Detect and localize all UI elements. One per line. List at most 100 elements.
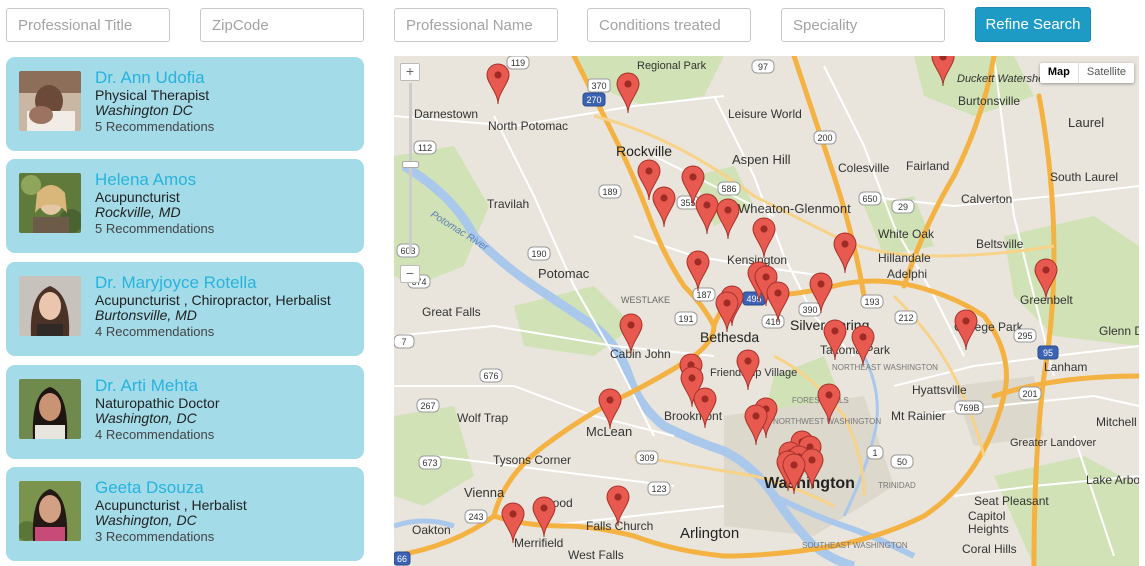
map-label-rockville: Rockville [616, 143, 672, 159]
map-label-northeast-washington: NORTHEAST WASHINGTON [832, 363, 938, 372]
map-label-beltsville: Beltsville [976, 237, 1024, 251]
svg-text:586: 586 [721, 184, 736, 194]
zoom-slider-handle[interactable] [402, 161, 419, 168]
map-type-control: Map Satellite [1039, 63, 1134, 83]
svg-text:123: 123 [651, 484, 666, 494]
svg-text:212: 212 [898, 313, 913, 323]
map-label-great-falls: Great Falls [422, 305, 481, 319]
profile-photo[interactable] [19, 481, 81, 541]
svg-text:1: 1 [872, 448, 877, 458]
map-label-duckett: Duckett Watershed [957, 73, 1051, 85]
svg-text:309: 309 [639, 453, 654, 463]
zoom-out-button[interactable]: − [400, 265, 420, 283]
professional-title: Acupuncturist [95, 189, 180, 205]
results-map[interactable]: Regional Park Duckett Watershed Darnesto… [394, 56, 1139, 566]
zipcode-input[interactable] [200, 8, 364, 42]
result-card[interactable]: Dr. Arti Mehta Naturopathic Doctor Washi… [6, 365, 364, 459]
result-card[interactable]: Dr. Maryjoyce Rotella Acupuncturist , Ch… [6, 262, 364, 356]
svg-text:97: 97 [758, 62, 768, 72]
map-label-falls-church: Falls Church [586, 519, 653, 533]
svg-text:7: 7 [401, 337, 406, 347]
map-label-seat-pleasant: Seat Pleasant [974, 494, 1049, 508]
map-label-aspen-hill: Aspen Hill [732, 152, 791, 167]
professional-location: Washington DC [95, 102, 193, 118]
map-label-mitchellville: Mitchell [1096, 415, 1137, 429]
map-label-merrifield: Merrifield [514, 536, 563, 550]
professional-title-input[interactable] [6, 8, 170, 42]
map-label-coral-hills: Coral Hills [962, 542, 1017, 556]
zoom-in-button[interactable]: + [400, 63, 420, 81]
zoom-slider-track[interactable] [409, 83, 412, 253]
svg-text:187: 187 [696, 290, 711, 300]
svg-text:66: 66 [397, 554, 407, 564]
map-label-wheaton: Wheaton-Glenmont [738, 201, 851, 216]
svg-text:29: 29 [898, 202, 908, 212]
professional-location: Rockville, MD [95, 204, 181, 220]
map-label-leisure-world: Leisure World [728, 107, 802, 121]
map-label-adelphi: Adelphi [887, 267, 927, 281]
svg-text:191: 191 [678, 314, 693, 324]
svg-text:769B: 769B [958, 403, 979, 413]
map-label-north-potomac: North Potomac [488, 119, 568, 133]
svg-text:650: 650 [862, 194, 877, 204]
map-label-northwest-washington: NORTHWEST WASHINGTON [773, 417, 881, 426]
recommendation-count: 5 Recommendations [95, 119, 215, 134]
svg-text:267: 267 [420, 401, 435, 411]
map-label-capitol-heights-2: Heights [968, 522, 1009, 536]
map-type-map-button[interactable]: Map [1040, 63, 1079, 83]
professional-name-link[interactable]: Helena Amos [95, 171, 356, 189]
svg-text:390: 390 [802, 305, 817, 315]
map-label-wolf-trap: Wolf Trap [457, 411, 508, 425]
map-label-cabin-john: Cabin John [610, 347, 671, 361]
profile-photo[interactable] [19, 173, 81, 233]
map-canvas[interactable]: Regional Park Duckett Watershed Darnesto… [394, 56, 1139, 566]
map-label-oakton: Oakton [412, 523, 451, 537]
svg-text:200: 200 [817, 133, 832, 143]
professional-location: Burtonsville, MD [95, 307, 197, 323]
map-label-darnestown: Darnestown [414, 107, 478, 121]
map-label-arlington: Arlington [680, 525, 739, 542]
map-label-tysons-corner: Tysons Corner [493, 453, 571, 467]
professional-name-input[interactable] [394, 8, 558, 42]
map-label-travilah: Travilah [487, 197, 529, 211]
profile-photo[interactable] [19, 379, 81, 439]
professional-name-link[interactable]: Dr. Maryjoyce Rotella [95, 274, 356, 292]
conditions-treated-input[interactable] [587, 8, 751, 42]
svg-text:50: 50 [897, 457, 907, 467]
professional-location: Washington, DC [95, 512, 197, 528]
profile-photo[interactable] [19, 276, 81, 336]
map-label-westlake: WESTLAKE [621, 295, 670, 305]
map-label-capitol-heights: Capitol [968, 509, 1005, 523]
refine-search-button[interactable]: Refine Search [975, 7, 1091, 42]
svg-text:190: 190 [531, 249, 546, 259]
result-card[interactable]: Dr. Ann Udofia Physical Therapist Washin… [6, 57, 364, 151]
map-label-regional-park: Regional Park [637, 60, 707, 72]
map-type-satellite-button[interactable]: Satellite [1079, 63, 1134, 83]
professional-name-link[interactable]: Dr. Ann Udofia [95, 69, 356, 87]
svg-text:673: 673 [422, 458, 437, 468]
map-label-southeast-washington: SOUTHEAST WASHINGTON [802, 541, 908, 550]
professional-name-link[interactable]: Geeta Dsouza [95, 479, 356, 497]
svg-text:193: 193 [864, 297, 879, 307]
recommendation-count: 4 Recommendations [95, 427, 215, 442]
map-label-potomac: Potomac [538, 266, 590, 281]
profile-photo[interactable] [19, 71, 81, 131]
map-label-vienna: Vienna [464, 485, 505, 500]
map-label-fairland: Fairland [906, 159, 949, 173]
map-label-brookmont: Brookmont [664, 409, 723, 423]
speciality-input[interactable] [781, 8, 945, 42]
map-label-mclean: McLean [586, 424, 632, 439]
map-label-trinidad: TRINIDAD [878, 481, 916, 490]
svg-text:201: 201 [1022, 389, 1037, 399]
map-label-white-oak: White Oak [878, 227, 935, 241]
svg-text:603: 603 [400, 246, 415, 256]
map-label-bethesda: Bethesda [700, 329, 759, 345]
result-card[interactable]: Geeta Dsouza Acupuncturist , Herbalist W… [6, 467, 364, 561]
svg-text:676: 676 [483, 371, 498, 381]
professional-name-link[interactable]: Dr. Arti Mehta [95, 377, 356, 395]
result-card[interactable]: Helena Amos Acupuncturist Rockville, MD … [6, 159, 364, 253]
map-label-south-laurel: South Laurel [1050, 170, 1118, 184]
map-label-lanham: Lanham [1044, 360, 1087, 374]
map-label-mt-rainier: Mt Rainier [891, 409, 946, 423]
svg-text:295: 295 [1017, 331, 1032, 341]
